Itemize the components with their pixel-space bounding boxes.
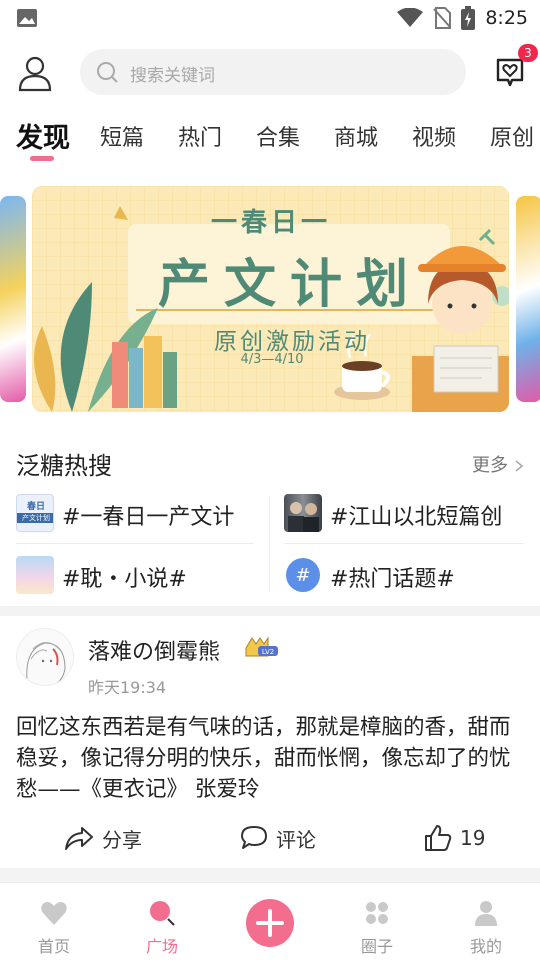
post-username[interactable]: 落难の倒霉熊 (88, 634, 220, 666)
nav-circles[interactable]: 圈子 (337, 883, 417, 960)
hot-thumb-spring: 春日 产文计划 (16, 494, 54, 532)
hot-search-item[interactable]: # #热门话题# (284, 548, 524, 600)
next-banner-card[interactable] (516, 196, 540, 402)
banner-dates: 4/3—4/10 (240, 352, 304, 367)
like-button[interactable]: 19 (424, 822, 485, 854)
prev-banner-card[interactable] (0, 196, 26, 402)
hot-search-grid: 春日 产文计划 #一春日一产文计 #江山以北短篇创 #耽・小说# # #热门话题… (0, 486, 540, 606)
nav-label: 广场 (145, 937, 178, 956)
svg-text:#: # (295, 565, 310, 586)
nav-home[interactable]: 首页 (14, 883, 94, 960)
plus-icon (256, 909, 284, 937)
status-bar: 8:25 (0, 0, 540, 36)
thumbs-up-icon (425, 825, 452, 851)
level-badge-icon: LV2 (245, 636, 278, 657)
level-text: LV2 (262, 648, 274, 656)
category-tabs: 发现 短篇 热门 合集 商城 视频 原创 (0, 116, 540, 166)
hot-thumb-photo (284, 494, 322, 532)
nav-mine[interactable]: 我的 (446, 883, 526, 960)
hot-search-text: #耽・小说# (62, 567, 187, 592)
image-notification-icon (17, 9, 37, 27)
like-count: 19 (460, 826, 486, 850)
no-sim-icon (433, 7, 452, 29)
create-post-button[interactable] (246, 899, 294, 947)
sketch-girl-avatar (26, 642, 66, 684)
banner-line2: 产文计划 (157, 254, 422, 315)
section-divider (0, 868, 540, 882)
share-label: 分享 (102, 827, 142, 852)
active-tab-indicator (30, 156, 54, 161)
wifi-icon (397, 8, 424, 27)
comment-button[interactable]: 评论 (240, 822, 316, 854)
tab-short[interactable]: 短篇 (100, 120, 144, 152)
banner-line3: 原创激励活动 (214, 329, 370, 355)
tab-collection[interactable]: 合集 (256, 120, 300, 152)
nav-label: 我的 (469, 937, 502, 956)
battery-charging-icon (461, 6, 476, 30)
comment-icon (241, 826, 267, 849)
status-time: 8:25 (485, 7, 528, 29)
tab-original[interactable]: 原创 (490, 120, 534, 152)
hot-search-more-label: 更多 (472, 455, 508, 476)
people-photo-icon (288, 502, 319, 532)
share-button[interactable]: 分享 (64, 822, 142, 854)
hot-search-item[interactable]: #耽・小说# (16, 548, 256, 600)
hot-search-text: #热门话题# (330, 567, 455, 592)
circles-icon (366, 902, 388, 924)
hot-search-text: #一春日一产文计 (62, 505, 235, 530)
search-bar[interactable]: 搜索关键词 (80, 49, 466, 95)
heart-icon (41, 902, 67, 925)
divider (16, 543, 254, 544)
bottom-nav: 首页 广场 圈子 我的 (0, 882, 540, 960)
post-time: 昨天19:34 (88, 678, 167, 697)
hot-search-more[interactable]: 更多 (472, 451, 524, 477)
chevron-right-icon (515, 460, 523, 472)
search-placeholder: 搜索关键词 (130, 66, 215, 86)
comment-label: 评论 (276, 827, 316, 852)
search-icon (97, 62, 118, 83)
tab-mall[interactable]: 商城 (334, 120, 378, 152)
hot-thumb-sky (16, 556, 54, 594)
hot-search-item[interactable]: 春日 产文计划 #一春日一产文计 (16, 486, 256, 538)
hot-search-item[interactable]: #江山以北短篇创 (284, 486, 524, 538)
avatar[interactable] (16, 628, 74, 686)
profile-icon[interactable] (16, 54, 54, 92)
hot-search-title: 泛糖热搜 (16, 452, 112, 480)
nav-plaza[interactable]: 广场 (122, 883, 202, 960)
post-actions: 分享 评论 19 (0, 820, 540, 856)
post-content[interactable]: 回忆这东西若是有气味的话，那就是樟脑的香，甜而稳妥，像记得分明的快乐，甜而怅惘，… (16, 712, 526, 805)
section-divider (0, 606, 540, 616)
hot-search-text: #江山以北短篇创 (330, 505, 503, 530)
nav-label: 圈子 (360, 937, 393, 956)
message-heart-icon[interactable] (494, 56, 526, 88)
plaza-icon (150, 901, 175, 926)
share-icon (65, 827, 93, 850)
banner-line1: 一春日一 (210, 208, 331, 238)
tab-hot[interactable]: 热门 (178, 120, 222, 152)
person-icon (475, 901, 497, 926)
thumb-spring-label: 春日 (26, 502, 45, 512)
banner-carousel[interactable]: 一春日一 产文计划 原创激励活动 4/3—4/10 (0, 186, 540, 412)
tab-discover[interactable]: 发现 (16, 116, 70, 155)
nav-label: 首页 (37, 937, 70, 956)
thumb-plan-label: 产文计划 (17, 513, 53, 523)
divider (269, 496, 270, 592)
top-bar: 搜索关键词 (0, 46, 540, 98)
hashtag-icon: # (286, 558, 320, 592)
tab-video[interactable]: 视频 (412, 120, 456, 152)
banner-spring-writing-plan[interactable]: 一春日一 产文计划 原创激励活动 4/3—4/10 (32, 186, 509, 412)
divider (284, 543, 524, 544)
message-badge: 3 (518, 44, 538, 62)
